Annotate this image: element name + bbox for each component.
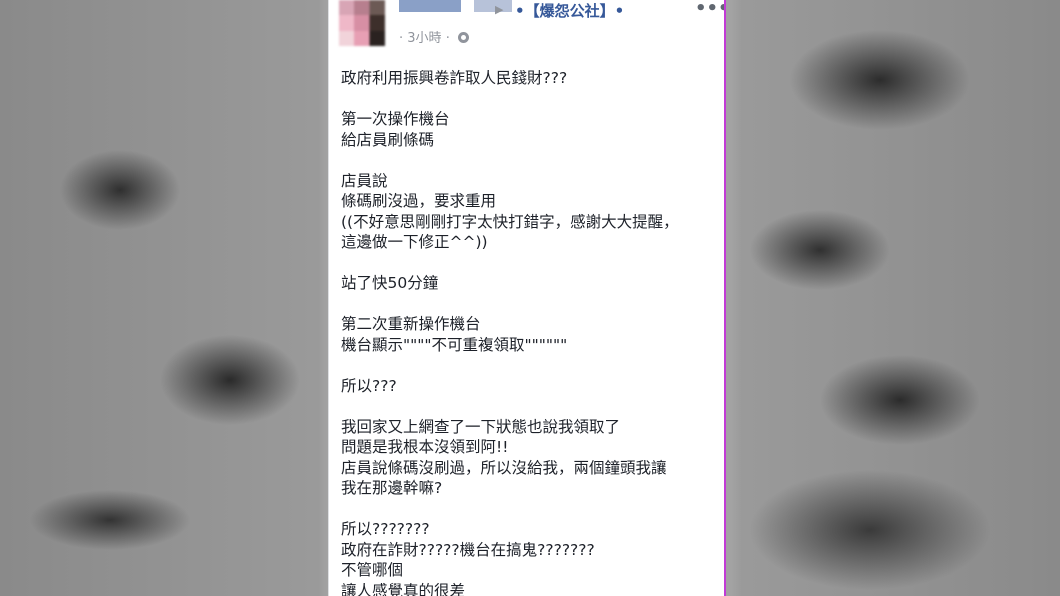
post-text-line: 所以???????: [341, 520, 430, 538]
post-text-line: 政府在詐財?????機台在搞鬼???????: [341, 540, 595, 559]
post-body: 政府利用振興卷詐取人民錢財??? 第一次操作機台 給店員刷條碼 店員說條碼刷沒過，要求…: [341, 68, 721, 596]
post-text-line: 我回家又上網查了一下狀態也說我領取了: [341, 417, 621, 436]
post-text-line: 這邊做一下修正^^)): [341, 233, 488, 251]
post-text-line: 機台顯示""""不可重複領取"""""": [341, 335, 568, 354]
post-text-line: 第二次重新操作機台: [341, 315, 481, 333]
author-name-blurred-2[interactable]: [474, 0, 512, 12]
time-sep-2: ·: [445, 31, 450, 46]
post-text-line: 所以???: [341, 376, 397, 395]
post-text-line: 店員說條碼沒刷過，所以沒給我，兩個鐘頭我讓: [341, 458, 667, 477]
avatar[interactable]: [339, 0, 385, 46]
post-text-line: 站了快50分鐘: [341, 274, 439, 292]
author-name-blurred[interactable]: [399, 0, 461, 12]
more-options-icon[interactable]: •••: [695, 0, 724, 19]
post-text-line: 政府利用振興卷詐取人民錢財???: [341, 69, 568, 87]
post-text-line: 給店員刷條碼: [341, 130, 435, 149]
post-text-line: 問題是我根本沒領到阿!!: [341, 438, 509, 456]
post-text-line: 我在那邊幹嘛?: [341, 479, 443, 497]
post-text-line: ((不好意思剛剛打字太快打錯字，感謝大大提醒，: [341, 212, 679, 231]
post-text-line: 第一次操作機台: [341, 110, 450, 128]
globe-icon[interactable]: [457, 32, 469, 43]
post-text-line: 讓人感覺真的很差: [341, 581, 466, 596]
post-text-line: 條碼刷沒過，要求重用: [341, 192, 497, 210]
post-text-line: 不管哪個: [341, 561, 404, 579]
post-time[interactable]: 3小時: [407, 31, 441, 46]
facebook-post: ▶ •【爆怨公社】• ••• · 3小時 · 政府利用振興卷詐取人民錢財??? 第…: [328, 0, 726, 596]
time-sep: ·: [399, 31, 404, 46]
post-text-line: 店員說: [341, 171, 388, 190]
arrow-right-icon: ▶: [495, 3, 504, 16]
group-name-link[interactable]: •【爆怨公社】•: [515, 0, 624, 21]
post-meta: · 3小時 ·: [399, 27, 469, 46]
